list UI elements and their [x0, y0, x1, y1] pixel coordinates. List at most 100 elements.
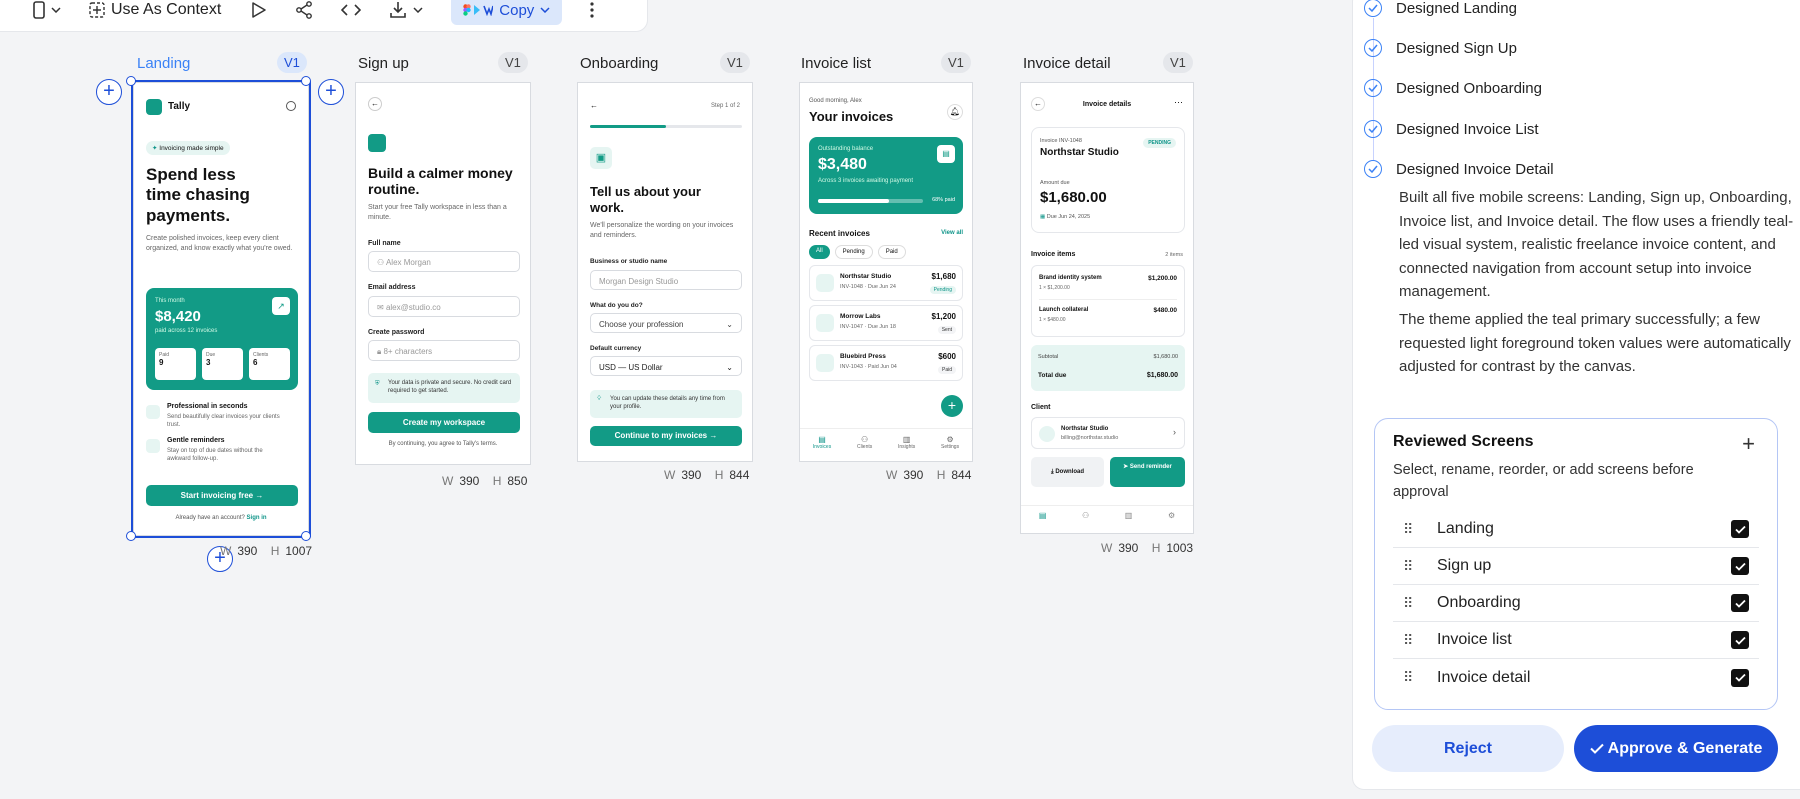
nav-insights[interactable]: ▥ Insights [898, 435, 915, 461]
filter-paid[interactable]: Paid [877, 245, 906, 259]
version-badge[interactable]: V1 [1163, 52, 1193, 73]
version-badge[interactable]: V1 [498, 52, 528, 73]
nav-invoices[interactable]: ▤ Invoices [813, 435, 831, 461]
continue-button[interactable]: Continue to my invoices → [590, 426, 742, 446]
signup-screen[interactable]: ← Build a calmer money routine. Start yo… [355, 82, 531, 465]
profession-select[interactable]: Choose your profession ⌄ [590, 313, 742, 333]
drag-handle-icon[interactable]: ⠿ [1403, 595, 1415, 612]
chart-icon[interactable]: ▥ [1125, 511, 1133, 533]
client-name: Northstar Studio [1061, 426, 1109, 432]
password-input[interactable]: 🔒︎ 8+ characters [368, 340, 520, 361]
drag-handle-icon[interactable]: ⠿ [1403, 632, 1415, 649]
screen-name[interactable]: Landing [1437, 520, 1731, 538]
filter-all[interactable]: All [809, 245, 830, 259]
bell-icon[interactable]: 🔔︎ [947, 104, 963, 120]
nav-clients[interactable]: ⚇ Clients [857, 435, 872, 461]
version-badge[interactable]: V1 [720, 52, 750, 73]
drag-handle-icon[interactable]: ⠿ [1403, 558, 1415, 575]
screen-row[interactable]: ⠿ Invoice detail [1393, 659, 1759, 696]
screen-row[interactable]: ⠿ Onboarding [1393, 585, 1759, 622]
full-name-input[interactable]: ⚇ Alex Morgan [368, 251, 520, 272]
client-card[interactable]: Northstar Studio billing@northstar.studi… [1031, 417, 1185, 449]
hint-box: 💡︎ You can update these details any time … [590, 390, 742, 418]
create-workspace-button[interactable]: Create my workspace [368, 412, 520, 433]
device-menu[interactable] [33, 1, 61, 19]
screen-checkbox[interactable] [1731, 668, 1749, 687]
approve-label: Approve & Generate [1607, 739, 1763, 757]
artboard-label-invoice-list[interactable]: Invoice list [801, 55, 871, 72]
dimensions-label: W 390 H 844 [664, 468, 749, 482]
add-screen-right-button[interactable]: + [318, 79, 344, 105]
screen-checkbox[interactable] [1731, 520, 1749, 538]
resize-handle[interactable] [301, 531, 311, 541]
step-item: Designed Invoice Detail [1364, 160, 1554, 178]
copy-button[interactable]: Copy [451, 0, 563, 25]
add-screen-left-button[interactable]: + [96, 79, 122, 105]
lightbulb-icon: 💡︎ [597, 396, 602, 402]
invoice-detail-screen[interactable]: ← Invoice details ⋯ Invoice INV-1048 Nor… [1020, 82, 1194, 534]
screen-checkbox[interactable] [1731, 557, 1749, 575]
invoice-row[interactable]: Northstar Studio INV-1048 · Due Jun 24 $… [809, 265, 963, 301]
subtotal-label: Subtotal [1038, 354, 1059, 360]
filter-pending[interactable]: Pending [834, 245, 873, 259]
approve-generate-button[interactable]: Approve & Generate [1574, 725, 1778, 772]
new-invoice-fab[interactable]: + [941, 395, 963, 417]
business-input[interactable]: Morgan Design Studio [590, 270, 742, 290]
view-all-link[interactable]: View all [941, 230, 963, 236]
screen-name[interactable]: Invoice detail [1437, 669, 1731, 687]
screen-row[interactable]: ⠿ Invoice list [1393, 622, 1759, 659]
width-value: 390 [237, 544, 258, 558]
due-date: ▦ Due Jun 24, 2025 [1040, 214, 1090, 220]
client-icon [816, 354, 834, 372]
back-icon[interactable]: ← [590, 101, 598, 110]
artboard-label-invoice-detail[interactable]: Invoice detail [1023, 55, 1111, 72]
screen-name[interactable]: Sign up [1437, 557, 1731, 575]
code-button[interactable] [341, 3, 362, 17]
artboard-label-landing[interactable]: Landing [137, 55, 190, 72]
screen-name[interactable]: Onboarding [1437, 594, 1731, 612]
add-screen-button[interactable]: + [1742, 431, 1755, 457]
onboarding-screen[interactable]: ← Step 1 of 2 ▣ Tell us about your work.… [577, 82, 753, 462]
share-button[interactable] [295, 1, 313, 19]
more-icon[interactable]: ⋯ [1174, 97, 1183, 108]
logo-icon [368, 134, 386, 152]
reject-button[interactable]: Reject [1372, 725, 1564, 772]
check-circle-icon [1364, 79, 1382, 97]
invoice-icon[interactable]: ▤ [1039, 511, 1047, 533]
screen-checkbox[interactable] [1731, 594, 1749, 612]
invoice-list-screen[interactable]: Good morning, Alex Your invoices 🔔︎ Outs… [799, 82, 973, 462]
version-badge[interactable]: V1 [277, 52, 307, 73]
resize-handle[interactable] [126, 76, 136, 86]
invoice-number: Invoice INV-1048 [1040, 138, 1082, 144]
artboard-label-onboarding[interactable]: Onboarding [580, 55, 658, 72]
artboard-label-signup[interactable]: Sign up [358, 55, 409, 72]
download-menu[interactable] [389, 1, 423, 19]
item-total: $1,200.00 [1148, 275, 1177, 282]
users-icon[interactable]: ⚇ [1082, 511, 1089, 533]
chevron-down-icon [51, 7, 61, 13]
email-input[interactable]: ✉ alex@studio.co [368, 296, 520, 317]
download-button[interactable]: ⤓ Download [1031, 457, 1104, 487]
drag-handle-icon[interactable]: ⠿ [1403, 669, 1415, 686]
gear-icon[interactable]: ⚙ [1168, 511, 1175, 533]
nav-settings[interactable]: ⚙ Settings [941, 435, 959, 461]
screen-row[interactable]: ⠿ Landing [1393, 511, 1759, 548]
screen-row[interactable]: ⠿ Sign up [1393, 548, 1759, 585]
width-key: W [886, 468, 898, 482]
resize-handle[interactable] [301, 76, 311, 86]
invoice-icon: ▤ [818, 435, 826, 444]
more-menu-button[interactable] [590, 2, 594, 18]
version-badge[interactable]: V1 [941, 52, 971, 73]
play-button[interactable] [249, 1, 267, 19]
resize-handle[interactable] [126, 531, 136, 541]
profession-value: Choose your profession [599, 320, 684, 329]
currency-select[interactable]: USD — US Dollar ⌄ [590, 356, 742, 376]
use-as-context-button[interactable]: Use As Context [89, 1, 221, 19]
invoice-row[interactable]: Morrow Labs INV-1047 · Due Jun 18 $1,200… [809, 305, 963, 341]
invoice-row[interactable]: Bluebird Press INV-1043 · Paid Jun 04 $6… [809, 345, 963, 381]
screen-name[interactable]: Invoice list [1437, 631, 1731, 649]
send-reminder-button[interactable]: ➤ Send reminder [1110, 457, 1185, 487]
drag-handle-icon[interactable]: ⠿ [1403, 521, 1415, 538]
back-icon[interactable]: ← [368, 97, 382, 111]
screen-checkbox[interactable] [1731, 631, 1749, 649]
